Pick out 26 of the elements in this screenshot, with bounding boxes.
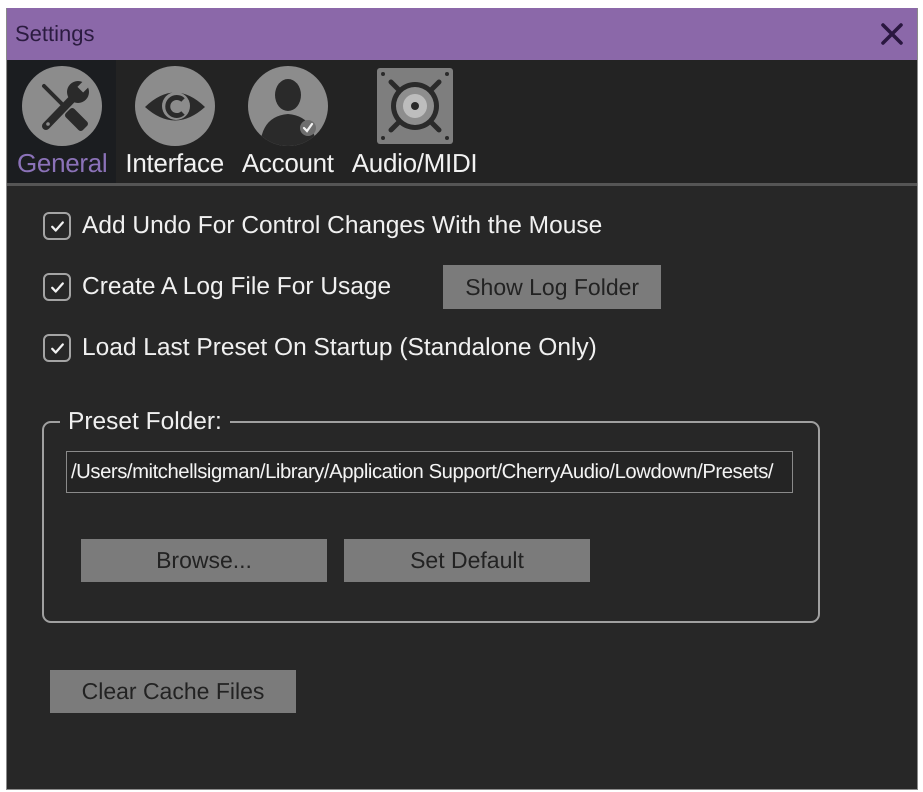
checkbox[interactable] (43, 212, 71, 240)
speaker-icon (374, 66, 455, 146)
checkmark-icon (50, 342, 64, 354)
option-label: Create A Log File For Usage (82, 273, 392, 301)
tab[interactable]: Account (232, 60, 343, 183)
tab[interactable]: Audio/MIDI (342, 60, 486, 183)
eye-icon (134, 66, 215, 146)
show-log-folder-button[interactable]: Show Log Folder (443, 265, 662, 309)
tab[interactable]: Interface (116, 60, 233, 183)
checkmark-icon (50, 220, 64, 232)
folder-button[interactable]: Browse... (81, 539, 327, 582)
close-button[interactable] (881, 23, 903, 45)
checkmark-icon (50, 282, 64, 292)
folder-button[interactable]: Set Default (344, 539, 590, 582)
option-label: Load Last Preset On Startup (Standalone Only) (82, 334, 597, 362)
path-field[interactable]: /Users/mitchellsigman/Library/Application Support/CherryAudio/Lowdown/Presets/ (66, 451, 793, 493)
group-legend: Preset Folder: (60, 408, 230, 436)
option-label: Add Undo For Control Changes With the Mouse (82, 212, 602, 240)
checkbox[interactable] (43, 273, 71, 301)
clear-cache-button[interactable]: Clear Cache Files (50, 670, 296, 713)
person-icon (248, 66, 328, 146)
checkbox[interactable] (43, 334, 71, 362)
window-title: Settings (15, 21, 94, 47)
tools-icon (22, 66, 102, 146)
tab[interactable]: General (8, 60, 116, 183)
close-icon (881, 23, 903, 45)
